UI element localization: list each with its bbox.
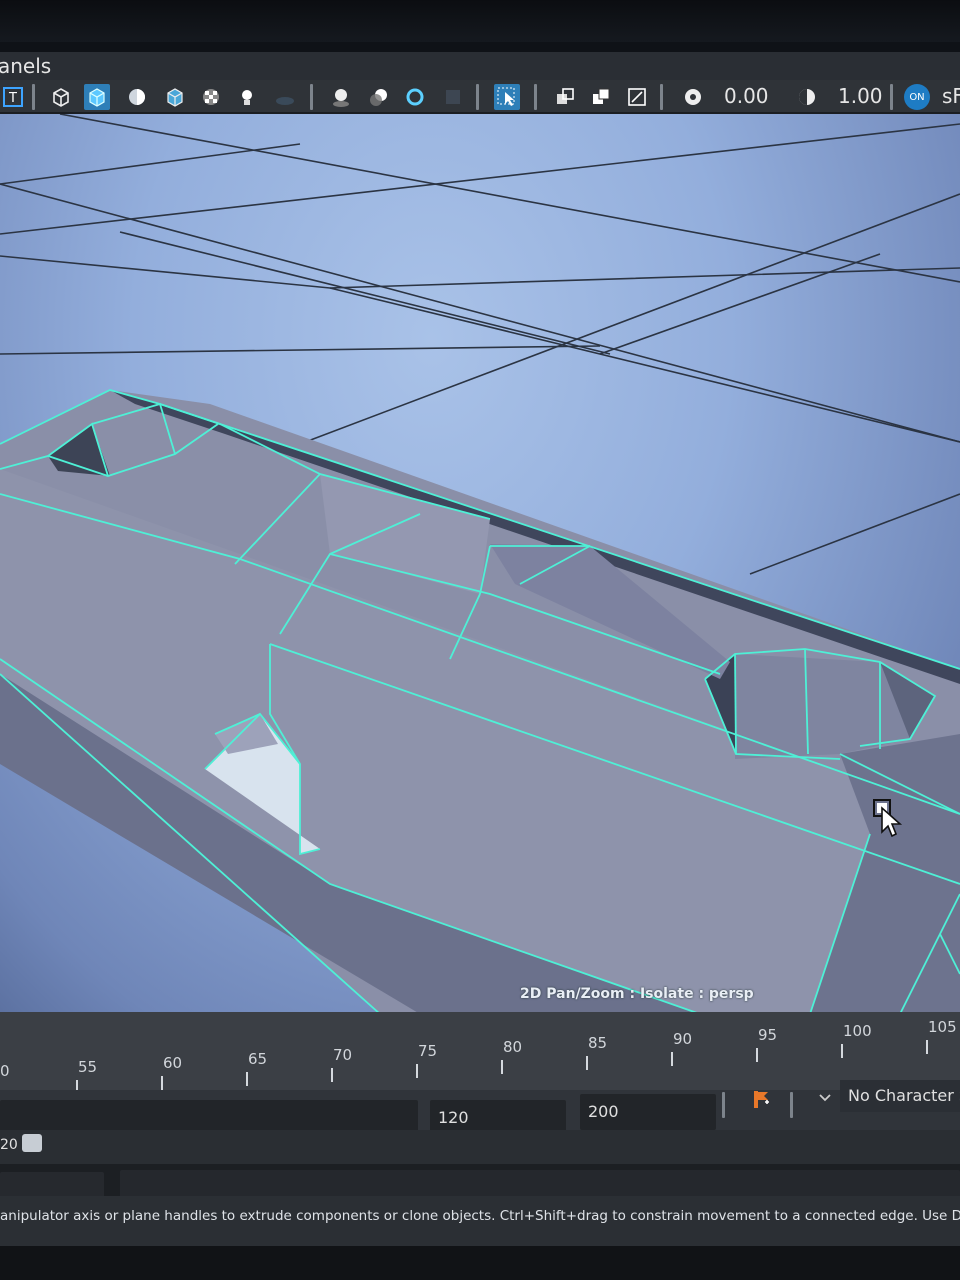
time-slider-tick xyxy=(671,1052,673,1066)
lights-icon[interactable] xyxy=(234,84,260,110)
anti-alias-icon[interactable] xyxy=(402,84,428,110)
color-management-label: ON xyxy=(909,91,925,103)
toolbar-separator xyxy=(534,84,537,110)
mesh-model xyxy=(0,390,960,1014)
time-slider-tick-label: 55 xyxy=(78,1058,98,1076)
menu-item-panels[interactable]: anels xyxy=(0,52,51,80)
toolbar-separator xyxy=(310,84,313,110)
svg-text:T: T xyxy=(8,91,17,106)
time-slider-tick-label: 90 xyxy=(673,1030,693,1048)
time-slider-tick-label: 65 xyxy=(248,1050,268,1068)
ambient-occlusion-icon[interactable] xyxy=(328,84,354,110)
time-slider-tick-label: 0 xyxy=(0,1062,10,1080)
time-slider-tick-label: 75 xyxy=(418,1042,438,1060)
time-slider-tick xyxy=(586,1056,588,1070)
checker-sphere-icon[interactable] xyxy=(198,84,224,110)
motion-blur-icon[interactable] xyxy=(366,84,392,110)
panel-menu-bar: anels xyxy=(0,52,960,80)
range-separator xyxy=(722,1092,725,1118)
mouse-cursor-icon xyxy=(873,799,903,838)
shaded-sphere-icon[interactable] xyxy=(124,84,150,110)
gamma-value[interactable]: 1.00 xyxy=(838,82,883,110)
time-slider-tick-label: 85 xyxy=(588,1034,608,1052)
time-slider-tick xyxy=(756,1048,758,1062)
time-slider-tick xyxy=(331,1068,333,1082)
shadows-icon[interactable] xyxy=(272,84,298,110)
viewport-hud-label: 2D Pan/Zoom : Isolate : persp xyxy=(520,986,754,1002)
wireframe-cube-icon[interactable] xyxy=(48,84,74,110)
gamma-icon[interactable] xyxy=(794,84,820,110)
depth-of-field-icon[interactable] xyxy=(440,84,466,110)
help-line-text: anipulator axis or plane handles to extr… xyxy=(0,1208,960,1224)
isolate-select-icon[interactable] xyxy=(494,84,520,110)
textured-cube-icon[interactable] xyxy=(162,84,188,110)
range-separator xyxy=(790,1092,793,1118)
time-slider-tick xyxy=(416,1064,418,1078)
time-slider-tick-label: 70 xyxy=(333,1046,353,1064)
time-slider-tick-label: 95 xyxy=(758,1026,778,1044)
smooth-shade-cube-icon[interactable] xyxy=(84,84,110,110)
perspective-viewport[interactable] xyxy=(0,114,960,1014)
color-management-toggle[interactable]: ON xyxy=(904,84,930,110)
xray-joints-icon[interactable] xyxy=(624,84,650,110)
frame-lock-icon[interactable] xyxy=(22,1134,42,1152)
toolbar-separator xyxy=(476,84,479,110)
screen-bottom-bezel xyxy=(0,1246,960,1280)
time-slider-tick-label: 80 xyxy=(503,1038,523,1056)
time-slider-tick-label: 105 xyxy=(928,1018,957,1036)
animation-end-field[interactable]: 200 xyxy=(580,1094,716,1130)
toolbar-separator xyxy=(660,84,663,110)
frame-row xyxy=(0,1130,960,1164)
help-line: anipulator axis or plane handles to extr… xyxy=(0,1196,960,1246)
scene-geometry xyxy=(0,114,960,1014)
window-title-bar xyxy=(0,0,960,42)
xray-active-components-icon[interactable] xyxy=(588,84,614,110)
toolbar-separator xyxy=(32,84,35,110)
exposure-value[interactable]: 0.00 xyxy=(724,82,769,110)
auto-key-icon[interactable] xyxy=(748,1086,774,1112)
xray-icon[interactable] xyxy=(552,84,578,110)
time-slider-tick xyxy=(246,1072,248,1086)
time-slider-tick xyxy=(926,1040,928,1054)
toolbar-separator xyxy=(890,84,893,110)
time-slider-tick-label: 60 xyxy=(163,1054,183,1072)
character-set-dropdown[interactable]: No Character S xyxy=(840,1080,960,1112)
exposure-icon[interactable] xyxy=(680,84,706,110)
text-icon[interactable]: T xyxy=(0,84,26,110)
time-slider-tick xyxy=(841,1044,843,1058)
chevron-down-icon[interactable] xyxy=(812,1084,838,1110)
toolbar-trailing-label: sF xyxy=(942,84,960,108)
time-slider[interactable] xyxy=(0,1012,960,1090)
time-slider-tick-label: 100 xyxy=(843,1022,872,1040)
time-slider-tick xyxy=(161,1076,163,1090)
time-slider-tick xyxy=(501,1060,503,1074)
